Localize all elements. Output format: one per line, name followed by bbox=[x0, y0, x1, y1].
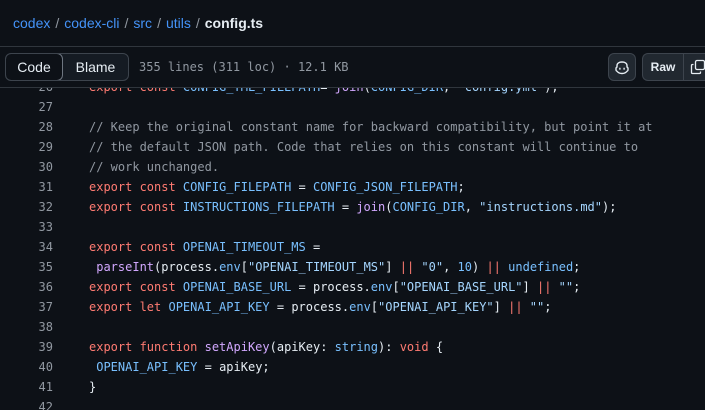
blame-tab[interactable]: Blame bbox=[63, 54, 128, 80]
raw-button[interactable]: Raw bbox=[643, 54, 684, 80]
breadcrumb-current-file: config.ts bbox=[204, 15, 264, 31]
code-line: 33 bbox=[0, 217, 705, 237]
copilot-icon bbox=[615, 61, 629, 75]
file-info: 355 lines (311 loc) · 12.1 KB bbox=[139, 60, 349, 74]
code-text: export const OPENAI_BASE_URL = process.e… bbox=[89, 280, 581, 294]
code-line: 39 export function setApiKey(apiKey: stri… bbox=[0, 337, 705, 357]
line-number[interactable]: 36 bbox=[0, 277, 53, 297]
breadcrumb: codex / codex-cli / src / utils / config… bbox=[0, 0, 705, 46]
code-text: // Keep the original constant name for b… bbox=[89, 120, 653, 134]
breadcrumb-separator: / bbox=[55, 15, 60, 31]
copy-button[interactable] bbox=[684, 54, 705, 80]
code-text: OPENAI_API_KEY = apiKey; bbox=[96, 360, 270, 374]
code-text: export const CONFIG_YML_FILEPATH= join(C… bbox=[89, 88, 559, 97]
copilot-button[interactable] bbox=[608, 53, 636, 81]
breadcrumb-separator: / bbox=[195, 15, 200, 31]
code-line: 36 export const OPENAI_BASE_URL = process… bbox=[0, 277, 705, 297]
code-tab[interactable]: Code bbox=[6, 54, 63, 80]
line-number[interactable]: 35 bbox=[0, 257, 53, 277]
code-line: 41} bbox=[0, 377, 705, 397]
code-viewer[interactable]: 26 export const CONFIG_YML_FILEPATH= join… bbox=[0, 88, 705, 410]
line-number[interactable]: 40 bbox=[0, 357, 53, 377]
breadcrumb-item-src[interactable]: src bbox=[133, 15, 152, 31]
code-text: export const CONFIG_FILEPATH = CONFIG_JS… bbox=[89, 180, 465, 194]
line-number[interactable]: 29 bbox=[0, 137, 53, 157]
code-line: 30 // work unchanged. bbox=[0, 157, 705, 177]
code-line: 27 bbox=[0, 97, 705, 117]
line-number[interactable]: 38 bbox=[0, 317, 53, 337]
view-mode-toggle: Code Blame bbox=[5, 53, 129, 81]
code-text: // work unchanged. bbox=[89, 160, 220, 174]
line-number[interactable]: 34 bbox=[0, 237, 53, 257]
line-number[interactable]: 27 bbox=[0, 97, 53, 117]
breadcrumb-separator: / bbox=[124, 15, 129, 31]
code-text: parseInt(process.env["OPENAI_TIMEOUT_MS"… bbox=[96, 260, 581, 274]
line-number[interactable]: 32 bbox=[0, 197, 53, 217]
code-line: 38 bbox=[0, 317, 705, 337]
code-line: 32 export const INSTRUCTIONS_FILEPATH = j… bbox=[0, 197, 705, 217]
line-number[interactable]: 31 bbox=[0, 177, 53, 197]
code-line: 40 OPENAI_API_KEY = apiKey; bbox=[0, 357, 705, 377]
file-toolbar: Code Blame 355 lines (311 loc) · 12.1 KB… bbox=[0, 46, 705, 88]
line-number[interactable]: 26 bbox=[0, 88, 53, 97]
raw-copy-group: Raw bbox=[642, 53, 705, 81]
line-number[interactable]: 42 bbox=[0, 397, 53, 410]
breadcrumb-item-repo-dir[interactable]: codex-cli bbox=[64, 15, 119, 31]
code-text: } bbox=[89, 380, 97, 394]
code-text: export function setApiKey(apiKey: string… bbox=[89, 340, 444, 354]
code-line: 26 export const CONFIG_YML_FILEPATH= join… bbox=[0, 88, 705, 97]
code-line: 28 // Keep the original constant name for… bbox=[0, 117, 705, 137]
breadcrumb-item-utils[interactable]: utils bbox=[166, 15, 191, 31]
code-line: 31 export const CONFIG_FILEPATH = CONFIG_… bbox=[0, 177, 705, 197]
code-line: 29 // the default JSON path. Code that re… bbox=[0, 137, 705, 157]
code-line: 42 bbox=[0, 397, 705, 410]
code-text: export const OPENAI_TIMEOUT_MS = bbox=[89, 240, 321, 254]
line-number[interactable]: 41 bbox=[0, 377, 53, 397]
line-number[interactable]: 30 bbox=[0, 157, 53, 177]
code-text: export const INSTRUCTIONS_FILEPATH = joi… bbox=[89, 200, 617, 214]
line-number[interactable]: 39 bbox=[0, 337, 53, 357]
code-line: 37 export let OPENAI_API_KEY = process.en… bbox=[0, 297, 705, 317]
code-line: 34 export const OPENAI_TIMEOUT_MS = bbox=[0, 237, 705, 257]
line-number[interactable]: 33 bbox=[0, 217, 53, 237]
breadcrumb-item-repo-owner[interactable]: codex bbox=[13, 15, 50, 31]
line-number[interactable]: 28 bbox=[0, 117, 53, 137]
line-number[interactable]: 37 bbox=[0, 297, 53, 317]
code-text: export let OPENAI_API_KEY = process.env[… bbox=[89, 300, 552, 314]
copy-icon bbox=[690, 59, 705, 75]
breadcrumb-separator: / bbox=[157, 15, 161, 31]
code-line: 35 parseInt(process.env["OPENAI_TIMEOUT_… bbox=[0, 257, 705, 277]
code-text: // the default JSON path. Code that reli… bbox=[89, 140, 639, 154]
